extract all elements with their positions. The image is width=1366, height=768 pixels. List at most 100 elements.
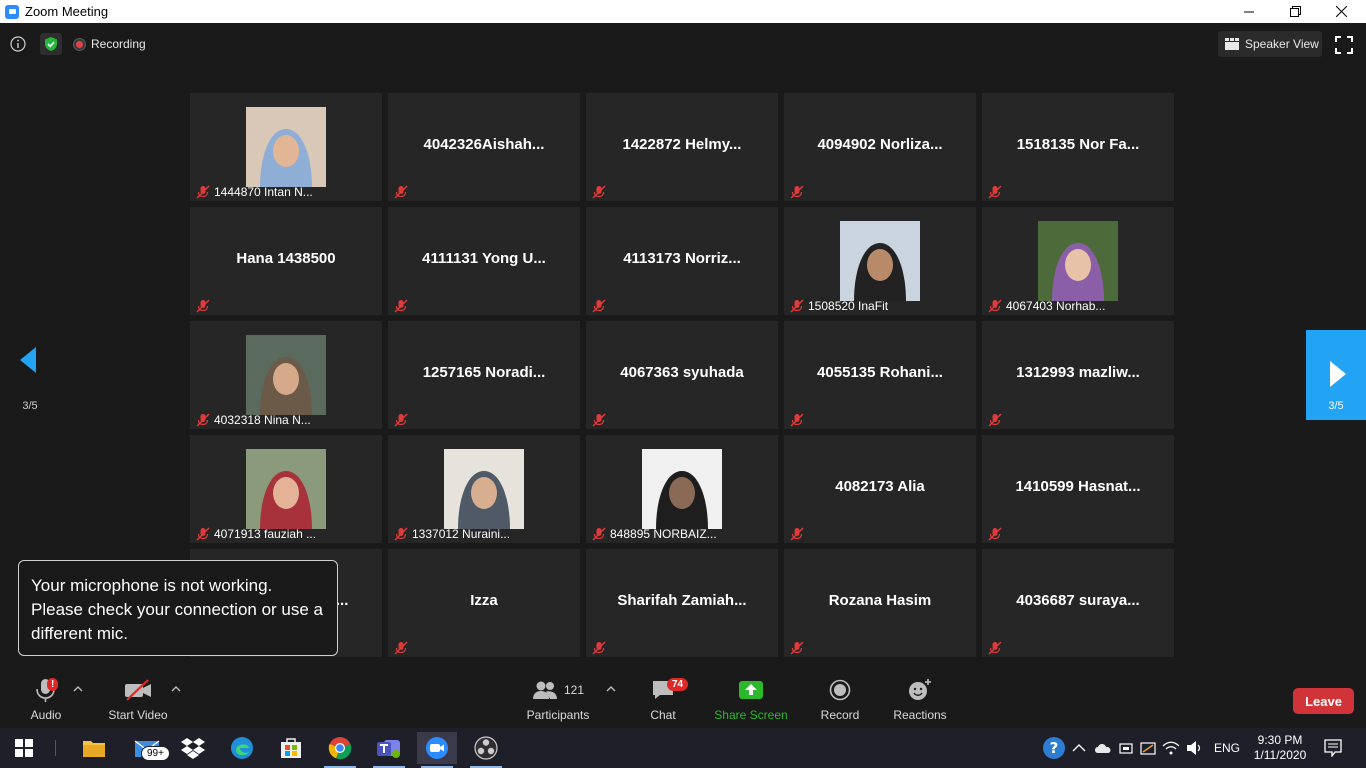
muted-mic-icon <box>790 299 804 313</box>
participant-tile[interactable]: 4111131 Yong U... <box>388 207 580 315</box>
window-title: Zoom Meeting <box>25 4 109 19</box>
participant-label: 1444870 Intan N... <box>196 185 313 199</box>
taskbar-zoom[interactable] <box>417 732 457 768</box>
participant-label <box>790 413 804 427</box>
close-window-button[interactable] <box>1318 0 1364 23</box>
participant-tile[interactable]: 1508520 InaFit <box>784 207 976 315</box>
participant-tile[interactable]: 4071913 fauziah ... <box>190 435 382 543</box>
speaker-view-icon <box>1225 38 1239 50</box>
windows-taskbar: 99+ ? ENG 9:30 PM 1/11/2020 <box>0 728 1366 768</box>
network-status-icon[interactable] <box>1140 740 1156 756</box>
taskbar-teams[interactable] <box>369 732 409 768</box>
power-plug-icon[interactable] <box>1118 741 1134 755</box>
record-button[interactable]: Record <box>815 676 865 722</box>
recording-indicator[interactable]: Recording <box>74 37 146 51</box>
chat-unread-badge: 74 <box>667 678 689 691</box>
video-options-chevron-icon[interactable] <box>171 684 181 694</box>
minimize-icon <box>1244 11 1254 12</box>
participant-tile[interactable]: 848895 NORBAIZ... <box>586 435 778 543</box>
restore-icon <box>1289 6 1301 17</box>
help-icon[interactable]: ? <box>1042 736 1066 760</box>
participant-label: 4067403 Norhab... <box>988 299 1105 313</box>
next-page-button[interactable]: 3/5 <box>1306 330 1366 420</box>
taskbar-chrome[interactable] <box>320 732 360 768</box>
obs-studio-icon <box>474 736 498 760</box>
participant-name-center: 4113173 Norriz... <box>623 250 741 267</box>
input-language[interactable]: ENG <box>1214 741 1240 755</box>
start-video-button[interactable]: Start Video <box>104 676 172 722</box>
muted-mic-icon <box>394 641 408 655</box>
meeting-info-button[interactable] <box>8 34 28 54</box>
participant-name-center: 1257165 Noradi... <box>422 364 546 381</box>
clock-date: 1/11/2020 <box>1253 748 1307 762</box>
taskbar-mail[interactable]: 99+ <box>124 732 170 764</box>
participant-label <box>394 641 408 655</box>
participant-label <box>394 413 408 427</box>
participant-tile[interactable]: 4036687 suraya... <box>982 549 1174 657</box>
participant-tile[interactable]: 4055135 Rohani... <box>784 321 976 429</box>
participant-tile[interactable]: 1518135 Nor Fa... <box>982 93 1174 201</box>
taskbar-file-explorer[interactable] <box>74 732 114 764</box>
taskbar-store[interactable] <box>271 732 311 764</box>
participant-photo <box>246 449 326 529</box>
participant-name: 1337012 Nuraini... <box>412 527 511 541</box>
participant-tile[interactable]: 4042326Aishah... <box>388 93 580 201</box>
start-button[interactable] <box>4 732 44 764</box>
shield-icon <box>45 37 57 51</box>
participant-tile[interactable]: 1444870 Intan N... <box>190 93 382 201</box>
participant-name: 1444870 Intan N... <box>214 185 313 199</box>
chevron-up-icon[interactable] <box>1072 743 1086 753</box>
speaker-view-button[interactable]: Speaker View <box>1218 31 1322 57</box>
participant-tile[interactable]: 4094902 Norliza... <box>784 93 976 201</box>
action-center-button[interactable] <box>1316 732 1350 764</box>
participant-name-center: 4082173 Alia <box>835 478 925 495</box>
participant-tile[interactable]: 4082173 Alia <box>784 435 976 543</box>
taskbar-dropbox[interactable] <box>173 732 213 764</box>
share-screen-button[interactable]: Share Screen <box>713 676 789 722</box>
participant-tile[interactable]: 1312993 mazliw... <box>982 321 1174 429</box>
participant-name: 4067403 Norhab... <box>1006 299 1106 313</box>
participant-tile[interactable]: 4067363 syuhada <box>586 321 778 429</box>
participant-tile[interactable]: 1422872 Helmy... <box>586 93 778 201</box>
muted-mic-icon <box>988 413 1002 427</box>
reactions-button[interactable]: Reactions <box>890 676 950 722</box>
participant-photo <box>444 449 524 529</box>
restore-button[interactable] <box>1272 0 1318 23</box>
participant-name-center: 4042326Aishah... <box>423 136 545 153</box>
participant-tile[interactable]: 4113173 Norriz... <box>586 207 778 315</box>
fullscreen-button[interactable] <box>1335 36 1353 54</box>
participants-options-chevron-icon[interactable] <box>606 684 616 694</box>
wifi-icon[interactable] <box>1162 740 1180 756</box>
teams-icon <box>377 740 400 758</box>
muted-mic-icon <box>592 299 606 313</box>
audio-options-chevron-icon[interactable] <box>73 684 83 694</box>
zoom-icon <box>426 737 448 759</box>
onedrive-cloud-icon[interactable] <box>1094 742 1112 754</box>
security-button[interactable] <box>40 33 62 55</box>
participant-name-center: 4067363 syuhada <box>620 364 744 381</box>
leave-meeting-button[interactable]: Leave <box>1293 688 1354 714</box>
video-off-icon <box>125 679 151 701</box>
participant-tile[interactable]: 1257165 Noradi... <box>388 321 580 429</box>
participant-tile[interactable]: Hana 1438500 <box>190 207 382 315</box>
participant-tile[interactable]: Rozana Hasim <box>784 549 976 657</box>
audio-button[interactable]: Audio ! <box>20 676 72 722</box>
chat-button[interactable]: Chat 74 <box>643 676 689 722</box>
participant-tile[interactable]: Sharifah Zamiah... <box>586 549 778 657</box>
taskbar-obs[interactable] <box>466 732 506 768</box>
participants-button[interactable]: 121 Participants <box>524 676 592 722</box>
participant-name-center: 1518135 Nor Fa... <box>1016 136 1140 153</box>
participant-tile[interactable]: 1337012 Nuraini... <box>388 435 580 543</box>
participant-name-center: 1422872 Helmy... <box>622 136 742 153</box>
volume-icon[interactable] <box>1186 740 1204 756</box>
previous-page-button[interactable]: 3/5 <box>0 328 60 418</box>
participant-label: 4032318 Nina N... <box>196 413 311 427</box>
participant-tile[interactable]: 4067403 Norhab... <box>982 207 1174 315</box>
muted-mic-icon <box>196 299 210 313</box>
taskbar-edge[interactable] <box>222 732 262 764</box>
participant-tile[interactable]: 4032318 Nina N... <box>190 321 382 429</box>
participant-tile[interactable]: Izza <box>388 549 580 657</box>
system-clock[interactable]: 9:30 PM 1/11/2020 <box>1248 733 1312 763</box>
minimize-button[interactable] <box>1226 0 1272 23</box>
participant-tile[interactable]: 1410599 Hasnat... <box>982 435 1174 543</box>
